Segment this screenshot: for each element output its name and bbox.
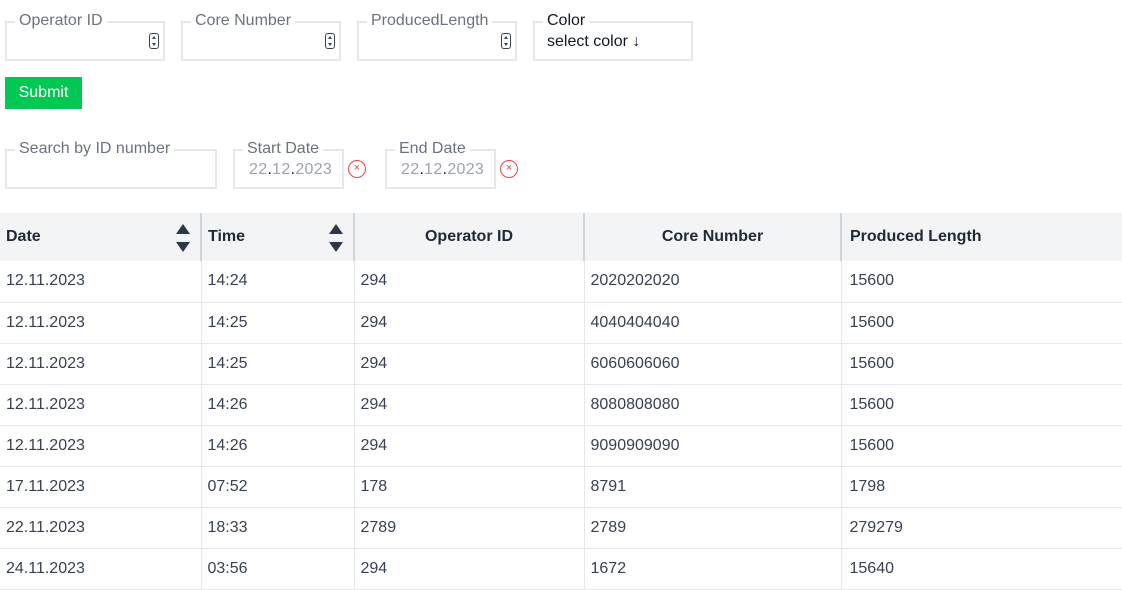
table-row: 12.11.2023 14:26 294 8080808080 15600 [0, 384, 1122, 426]
cell-operator-id: 178 [354, 466, 585, 508]
cell-produced-length: 15600 [841, 261, 1122, 303]
cell-operator-id: 2789 [354, 507, 585, 549]
cell-produced-length: 15600 [841, 343, 1122, 385]
cell-produced-length: 15600 [841, 302, 1122, 344]
cell-date: 22.11.2023 [0, 507, 202, 549]
cell-date: 12.11.2023 [0, 384, 202, 426]
table-header-row: Date Time Operator ID Core Number Produc… [0, 213, 1122, 261]
cell-date: 12.11.2023 [0, 343, 202, 385]
cell-core-number: 8080808080 [584, 384, 842, 426]
cell-produced-length: 279279 [841, 507, 1122, 549]
cell-date: 12.11.2023 [0, 302, 202, 344]
cell-time: 14:25 [201, 302, 355, 344]
sort-icon[interactable] [329, 224, 343, 252]
start-date-label: Start Date [243, 139, 324, 159]
cell-operator-id: 294 [354, 302, 585, 344]
cell-core-number: 6060606060 [584, 343, 842, 385]
cell-core-number: 4040404040 [584, 302, 842, 344]
cell-produced-length: 1798 [841, 466, 1122, 508]
production-table: Date Time Operator ID Core Number Produc… [0, 213, 1122, 590]
cell-core-number: 1672 [584, 548, 842, 590]
cell-core-number: 8791 [584, 466, 842, 508]
core-number-label: Core Number [191, 11, 296, 31]
table-row: 12.11.2023 14:25 294 6060606060 15600 [0, 343, 1122, 385]
color-select-value[interactable]: select color ↓ [547, 33, 640, 51]
end-date-input[interactable]: End Date 22.12.2023 [385, 139, 496, 189]
start-date-value: 22.12.2023 [249, 161, 333, 178]
table-row: 12.11.2023 14:25 294 4040404040 15600 [0, 302, 1122, 344]
column-header-date[interactable]: Date [0, 213, 202, 261]
column-header-time[interactable]: Time [201, 213, 355, 261]
cell-operator-id: 294 [354, 548, 585, 590]
cell-core-number: 2020202020 [584, 261, 842, 303]
column-header-label: Time [208, 228, 246, 245]
color-select[interactable]: Color select color ↓ [533, 11, 693, 61]
cell-operator-id: 294 [354, 261, 585, 303]
number-spinner-icon[interactable] [325, 33, 335, 49]
search-by-id-input[interactable]: Search by ID number [5, 139, 217, 189]
column-header-label: Date [6, 228, 41, 245]
end-date-label: End Date [395, 139, 470, 159]
color-label: Color [543, 11, 590, 31]
clear-start-date-icon[interactable]: × [348, 160, 366, 178]
cell-time: 14:26 [201, 384, 355, 426]
search-by-id-label: Search by ID number [15, 139, 175, 159]
column-header-operator-id: Operator ID [354, 213, 585, 261]
cell-time: 18:33 [201, 507, 355, 549]
produced-length-label: ProducedLength [367, 11, 493, 31]
cell-time: 07:52 [201, 466, 355, 508]
cell-operator-id: 294 [354, 425, 585, 467]
core-number-field[interactable]: Core Number [181, 11, 341, 61]
table-row: 22.11.2023 18:33 2789 2789 279279 [0, 507, 1122, 549]
number-spinner-icon[interactable] [149, 33, 159, 49]
table-row: 17.11.2023 07:52 178 8791 1798 [0, 466, 1122, 508]
clear-end-date-icon[interactable]: × [500, 160, 518, 178]
start-date-input[interactable]: Start Date 22.12.2023 [233, 139, 344, 189]
table-row: 12.11.2023 14:24 294 2020202020 15600 [0, 261, 1122, 303]
cell-date: 17.11.2023 [0, 466, 202, 508]
submit-button[interactable]: Submit [5, 77, 82, 109]
cell-time: 14:25 [201, 343, 355, 385]
operator-id-field[interactable]: Operator ID [5, 11, 165, 61]
cell-produced-length: 15640 [841, 548, 1122, 590]
operator-id-label: Operator ID [15, 11, 107, 31]
table-row: 24.11.2023 03:56 294 1672 15640 [0, 548, 1122, 590]
cell-operator-id: 294 [354, 343, 585, 385]
table-row: 12.11.2023 14:26 294 9090909090 15600 [0, 425, 1122, 467]
cell-date: 12.11.2023 [0, 425, 202, 467]
sort-icon[interactable] [176, 224, 190, 252]
column-header-core-number: Core Number [584, 213, 842, 261]
cell-produced-length: 15600 [841, 425, 1122, 467]
cell-time: 03:56 [201, 548, 355, 590]
column-header-produced-length: Produced Length [841, 213, 1122, 261]
cell-time: 14:26 [201, 425, 355, 467]
cell-produced-length: 15600 [841, 384, 1122, 426]
cell-operator-id: 294 [354, 384, 585, 426]
number-spinner-icon[interactable] [501, 33, 511, 49]
produced-length-field[interactable]: ProducedLength [357, 11, 517, 61]
end-date-value: 22.12.2023 [401, 161, 485, 178]
cell-core-number: 9090909090 [584, 425, 842, 467]
cell-date: 12.11.2023 [0, 261, 202, 303]
cell-time: 14:24 [201, 261, 355, 303]
cell-core-number: 2789 [584, 507, 842, 549]
cell-date: 24.11.2023 [0, 548, 202, 590]
